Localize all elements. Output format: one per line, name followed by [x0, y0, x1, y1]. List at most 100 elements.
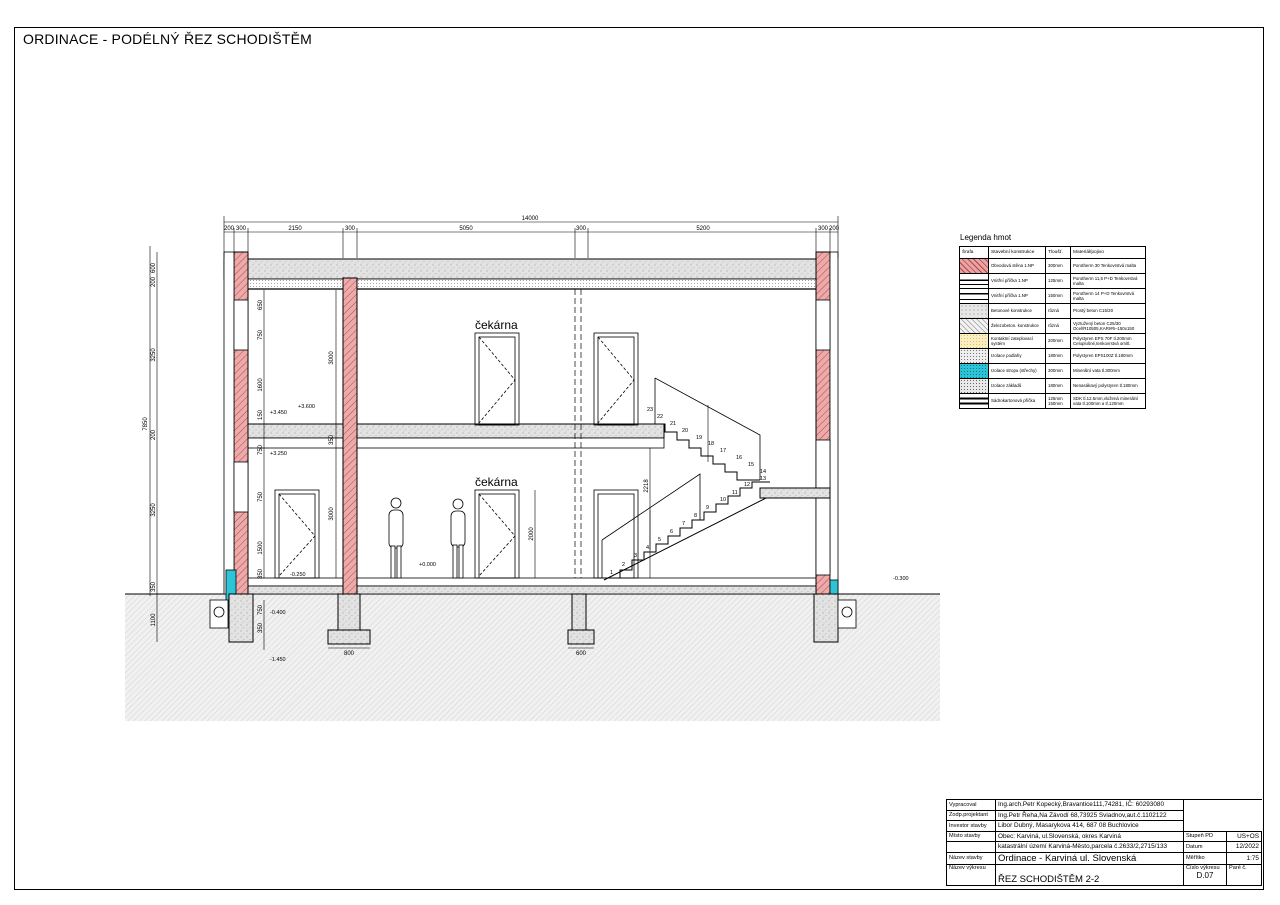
dim-left: 1500 — [258, 541, 264, 555]
tb-label: Název výkresu — [946, 863, 996, 886]
stair-number: 4 — [646, 545, 649, 551]
roof-insulation — [245, 278, 817, 290]
room-label-lower: čekárna — [475, 475, 518, 489]
dim-top: 200 — [224, 226, 235, 232]
legend-thickness: 180mm — [1045, 378, 1071, 394]
legend-material: SDK tl.12.5mm,vložená minerální vata tl.… — [1070, 393, 1146, 409]
stair-number: 23 — [647, 407, 653, 413]
legend-material: Porotherm 14 P+D Tenkovrstvá malta — [1070, 288, 1146, 304]
legend-thickness: 150mm — [1045, 288, 1071, 304]
stair-number: 9 — [706, 505, 709, 511]
tb-label: Datum — [1183, 841, 1227, 853]
dim-bottom: 800 — [344, 651, 355, 657]
tb-stupen: US+OS — [1226, 830, 1262, 842]
door-upper-1 — [474, 332, 520, 426]
dim-left: 350 — [258, 622, 264, 633]
foundation-center — [571, 593, 587, 631]
tb-datum: 12/2022 — [1226, 841, 1262, 853]
legend-swatch — [960, 259, 988, 273]
legend-thickness: 180mm — [1045, 348, 1071, 364]
person-silhouette-2 — [450, 498, 466, 579]
legend-row: Kontaktní zateplovací systém 200mm Polys… — [959, 333, 1146, 349]
legend-name: Vnitřní příčka 1.NP — [988, 288, 1046, 304]
door-lower-3 — [593, 489, 639, 579]
dim-left: 1100 — [151, 613, 157, 627]
legend-swatch — [960, 304, 988, 318]
legend-name: Kontaktní zateplovací systém — [988, 333, 1046, 349]
legend-name: Izolace základů — [988, 378, 1046, 394]
legend-material: Polystyren EPS100Z tl.180mm — [1070, 348, 1146, 364]
legend-name: Sádrokartonová příčka — [988, 393, 1046, 409]
dim-left: 3250 — [151, 503, 157, 517]
legend-header: Tloušť. — [1045, 246, 1071, 259]
tb-investor: Libor Dubný, Masarykova 414, 687 08 Buch… — [995, 820, 1184, 832]
stair-number: 12 — [744, 482, 750, 488]
stair-number: 18 — [708, 441, 714, 447]
roof-slab — [223, 258, 837, 280]
legend-thickness: 300mm — [1045, 258, 1071, 274]
dim-left: 3250 — [151, 348, 157, 362]
legend-header: Stavební konstrukce — [988, 246, 1046, 259]
dim-top: 200 — [829, 226, 840, 232]
tb-cislo: D.07 — [1196, 870, 1214, 880]
stair-number: 15 — [748, 462, 754, 468]
legend-material: Porotherm 11,5 P+D Tenkovrstvá malta — [1070, 273, 1146, 289]
legend-swatch — [960, 364, 988, 378]
level-mark: +3.600 — [298, 404, 315, 410]
legend-header: Materiál/pojivo — [1070, 246, 1146, 259]
dim-top: 300 — [818, 226, 829, 232]
legend-swatch — [960, 394, 988, 408]
dim-left: 200 — [151, 276, 157, 287]
dim-bottom: 600 — [576, 651, 587, 657]
legend-row: Izolace stropu (střechy) 300mm Minerální… — [959, 363, 1146, 379]
stair-number: 6 — [670, 529, 673, 535]
legend-material: Polystyren EPS 70F tl.200mm Celoplošné,t… — [1070, 333, 1146, 349]
dim-inner: 350 — [329, 434, 335, 445]
legend-thickness: 125mm 150mm — [1045, 393, 1071, 409]
legend-swatch — [960, 379, 988, 393]
level-mark: -0.250 — [290, 572, 306, 578]
legend-thickness: 125mm — [1045, 273, 1071, 289]
tb-label: Stupeň PD — [1183, 830, 1227, 842]
stair-number: 13 — [760, 476, 766, 482]
stair-number: 10 — [720, 497, 726, 503]
tb-misto-2: katastrální území Karviná-Město,parcela … — [995, 841, 1184, 853]
level-mark: -0.400 — [270, 610, 286, 616]
tb-meritko: 1:75 — [1226, 851, 1262, 865]
legend-thickness: různá — [1045, 303, 1071, 319]
foundation-inner — [337, 593, 361, 631]
level-mark: +0.000 — [419, 562, 436, 568]
dim-left: 750 — [258, 491, 264, 502]
legend-name: Izolace podlahy — [988, 348, 1046, 364]
legend-row: Obvodová stěna 1.NP 300mm Porotherm 30 T… — [959, 258, 1146, 274]
room-label-upper: čekárna — [475, 318, 518, 332]
ground-floor-slab — [233, 577, 835, 587]
stair-number: 1 — [610, 570, 613, 576]
level-mark: +3.450 — [270, 410, 287, 416]
legend-material: Vyztužený beton C25/30 Ocel/R10505,KARI#… — [1070, 318, 1146, 334]
dim-top: 300 — [236, 226, 247, 232]
legend-row: Betonové konstrukce různá Prostý beton C… — [959, 303, 1146, 319]
legend-material: Nenasákavý polystyren tl.180mm — [1070, 378, 1146, 394]
dim-left: 650 — [258, 299, 264, 310]
stair-number: 8 — [694, 513, 697, 519]
legend-header: Šrafa — [959, 246, 989, 259]
stair-number: 5 — [658, 537, 661, 543]
foundation-left — [228, 593, 254, 643]
stair-number: 3 — [634, 553, 637, 559]
stair-number: 20 — [682, 428, 688, 434]
legend-name: Izolace stropu (střechy) — [988, 363, 1046, 379]
dim-left: 600 — [151, 262, 157, 273]
stair-number: 16 — [736, 455, 742, 461]
stair-number: 22 — [657, 414, 663, 420]
tb-nazev-vykresu: ŘEZ SCHODIŠTĚM 2-2 — [995, 863, 1184, 886]
dim-top: 300 — [576, 226, 587, 232]
person-silhouette-1 — [388, 497, 404, 579]
level-mark: -1.450 — [270, 657, 286, 663]
dim-door: 2218 — [644, 479, 650, 493]
dim-top: 2150 — [288, 226, 302, 232]
stair-number: 17 — [720, 448, 726, 454]
tb-label: Vypracoval — [946, 799, 996, 811]
stair-number: 14 — [760, 469, 766, 475]
dim-left: 750 — [258, 604, 264, 615]
